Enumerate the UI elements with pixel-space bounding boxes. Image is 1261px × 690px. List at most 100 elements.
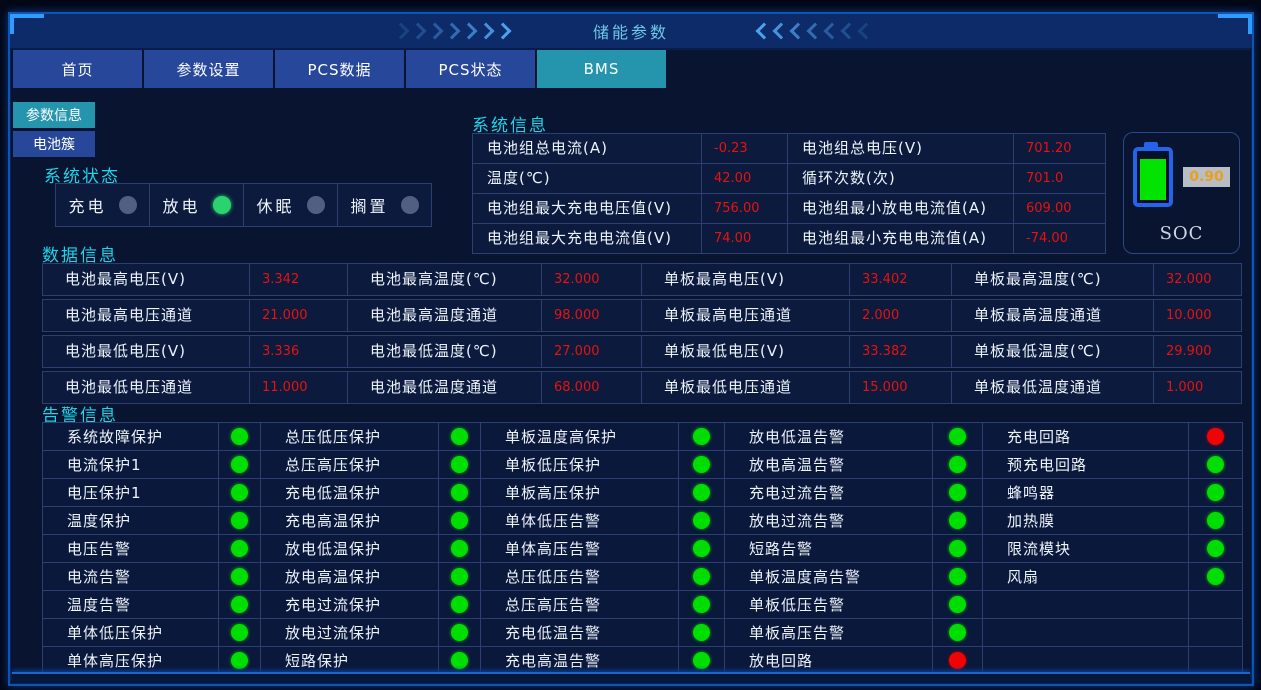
alarm-info-grid: 系统故障保护 总压低压保护 单板温度高保护 放电低温告警 充电回路 电流保护1 总压高压保护…	[42, 422, 1243, 675]
tab-home[interactable]: 首页	[13, 50, 142, 88]
alarm-item-indicator	[933, 647, 983, 675]
info-value: 32.000	[542, 263, 642, 296]
alarm-item-label: 放电高温告警	[725, 451, 933, 479]
info-value: 98.000	[542, 299, 642, 332]
alarm-status-dot	[693, 512, 710, 529]
status-cell-sleep: 休眠	[244, 183, 338, 227]
alarm-item-label: 充电高温告警	[481, 647, 679, 675]
alarm-item-indicator	[219, 535, 261, 563]
alarm-item-label: 单板高压告警	[725, 619, 933, 647]
alarm-item-indicator	[933, 619, 983, 647]
titlebar: 储能参数	[10, 14, 1252, 50]
info-value: 11.000	[250, 371, 348, 404]
alarm-item-label: 充电过流告警	[725, 479, 933, 507]
alarm-item-label: 充电过流保护	[261, 591, 439, 619]
alarm-status-dot	[231, 596, 248, 613]
info-value: 32.000	[1154, 263, 1242, 296]
info-label: 电池最高电压通道	[42, 299, 250, 332]
info-value: 701.0	[1014, 164, 1106, 194]
info-label: 电池组总电流(A)	[472, 133, 702, 164]
alarm-item-indicator	[1189, 423, 1243, 451]
alarm-status-dot	[693, 456, 710, 473]
bottom-frame-bar	[12, 672, 1250, 682]
system-info-table: 电池组总电流(A) -0.23 电池组总电压(V) 701.20 温度(℃) 42.00 循…	[472, 133, 1106, 254]
status-dot	[118, 196, 137, 214]
alarm-item-indicator	[1189, 451, 1243, 479]
alarm-status-dot	[451, 568, 468, 585]
info-label: 单板最低温度通道	[952, 371, 1154, 404]
side-button-battery-cluster[interactable]: 电池簇	[13, 131, 95, 157]
info-label: 电池组最大充电电压值(V)	[472, 194, 702, 224]
info-value: -0.23	[702, 133, 788, 164]
status-dot	[400, 196, 419, 214]
alarm-item-indicator	[439, 563, 481, 591]
tab-pcs-data[interactable]: PCS数据	[275, 50, 404, 88]
alarm-status-dot	[1207, 456, 1224, 473]
alarm-item-label: 温度保护	[43, 507, 219, 535]
info-value: 21.000	[250, 299, 348, 332]
alarm-status-dot	[1207, 428, 1224, 445]
info-label: 单板最高电压通道	[642, 299, 850, 332]
alarm-item-label: 总压低压告警	[481, 563, 679, 591]
alarm-status-dot	[231, 540, 248, 557]
status-label: 放电	[162, 197, 201, 216]
page-title: 储能参数	[592, 23, 669, 42]
soc-label: SOC	[1159, 223, 1204, 244]
alarm-status-dot	[693, 568, 710, 585]
alarm-item-label: 电流告警	[43, 563, 219, 591]
alarm-item-label: 电流保护1	[43, 451, 219, 479]
alarm-status-dot	[949, 428, 966, 445]
alarm-item-indicator	[679, 479, 725, 507]
alarm-item-label: 系统故障保护	[43, 423, 219, 451]
alarm-item-indicator	[933, 535, 983, 563]
info-value: 15.000	[850, 371, 952, 404]
corner-accent-top-left	[10, 14, 44, 34]
info-label: 电池最低温度(℃)	[348, 335, 542, 368]
soc-panel: 0.90 SOC	[1123, 132, 1240, 254]
alarm-status-dot	[451, 456, 468, 473]
alarm-item-label: 放电低温保护	[261, 535, 439, 563]
tab-bar: 首页 参数设置 PCS数据 PCS状态 BMS	[13, 50, 668, 88]
alarm-item-label: 单板低压告警	[725, 591, 933, 619]
alarm-item-indicator	[439, 535, 481, 563]
info-label: 单板最低电压通道	[642, 371, 850, 404]
alarm-item-label	[983, 619, 1189, 647]
bms-app-window: 储能参数 首页 参数设置 PCS数据 PCS状态 BMS 参数信息 电池簇 系统状态 充电…	[8, 12, 1254, 686]
tab-bms[interactable]: BMS	[537, 50, 666, 88]
alarm-item-label: 单板温度高告警	[725, 563, 933, 591]
alarm-item-indicator	[679, 507, 725, 535]
tab-pcs-status[interactable]: PCS状态	[406, 50, 535, 88]
chevrons-left-icon	[753, 22, 875, 40]
alarm-item-label: 温度告警	[43, 591, 219, 619]
alarm-item-label: 总压高压保护	[261, 451, 439, 479]
table-row: 电池组总电流(A) -0.23 电池组总电压(V) 701.20	[472, 133, 1106, 164]
alarm-item-indicator	[219, 451, 261, 479]
info-label: 温度(℃)	[472, 164, 702, 194]
alarm-item-label: 单体高压保护	[43, 647, 219, 675]
alarm-item-label: 单体高压告警	[481, 535, 679, 563]
alarm-status-dot	[1207, 512, 1224, 529]
alarm-status-dot	[949, 652, 966, 669]
info-value: -74.00	[1014, 224, 1106, 254]
side-button-group: 参数信息 电池簇	[13, 102, 95, 160]
alarm-item-indicator	[439, 451, 481, 479]
alarm-item-label	[983, 647, 1189, 675]
status-cell-charge: 充电	[56, 183, 150, 227]
table-row: 电池组最大充电电流值(V) 74.00 电池组最小充电电流值(A) -74.00	[472, 224, 1106, 254]
alarm-item-indicator	[933, 563, 983, 591]
alarm-status-dot	[1207, 540, 1224, 557]
side-button-param-info[interactable]: 参数信息	[13, 102, 95, 128]
status-cell-discharge: 放电	[150, 183, 244, 227]
alarm-item-label: 短路保护	[261, 647, 439, 675]
info-value: 33.402	[850, 263, 952, 296]
alarm-status-dot	[231, 484, 248, 501]
alarm-item-label: 充电回路	[983, 423, 1189, 451]
alarm-item-indicator	[439, 423, 481, 451]
info-value: 29.900	[1154, 335, 1242, 368]
alarm-item-indicator	[679, 535, 725, 563]
status-label: 休眠	[256, 197, 295, 216]
alarm-status-dot	[231, 512, 248, 529]
tab-param-settings[interactable]: 参数设置	[144, 50, 273, 88]
info-value: 27.000	[542, 335, 642, 368]
alarm-item-indicator	[1189, 619, 1243, 647]
